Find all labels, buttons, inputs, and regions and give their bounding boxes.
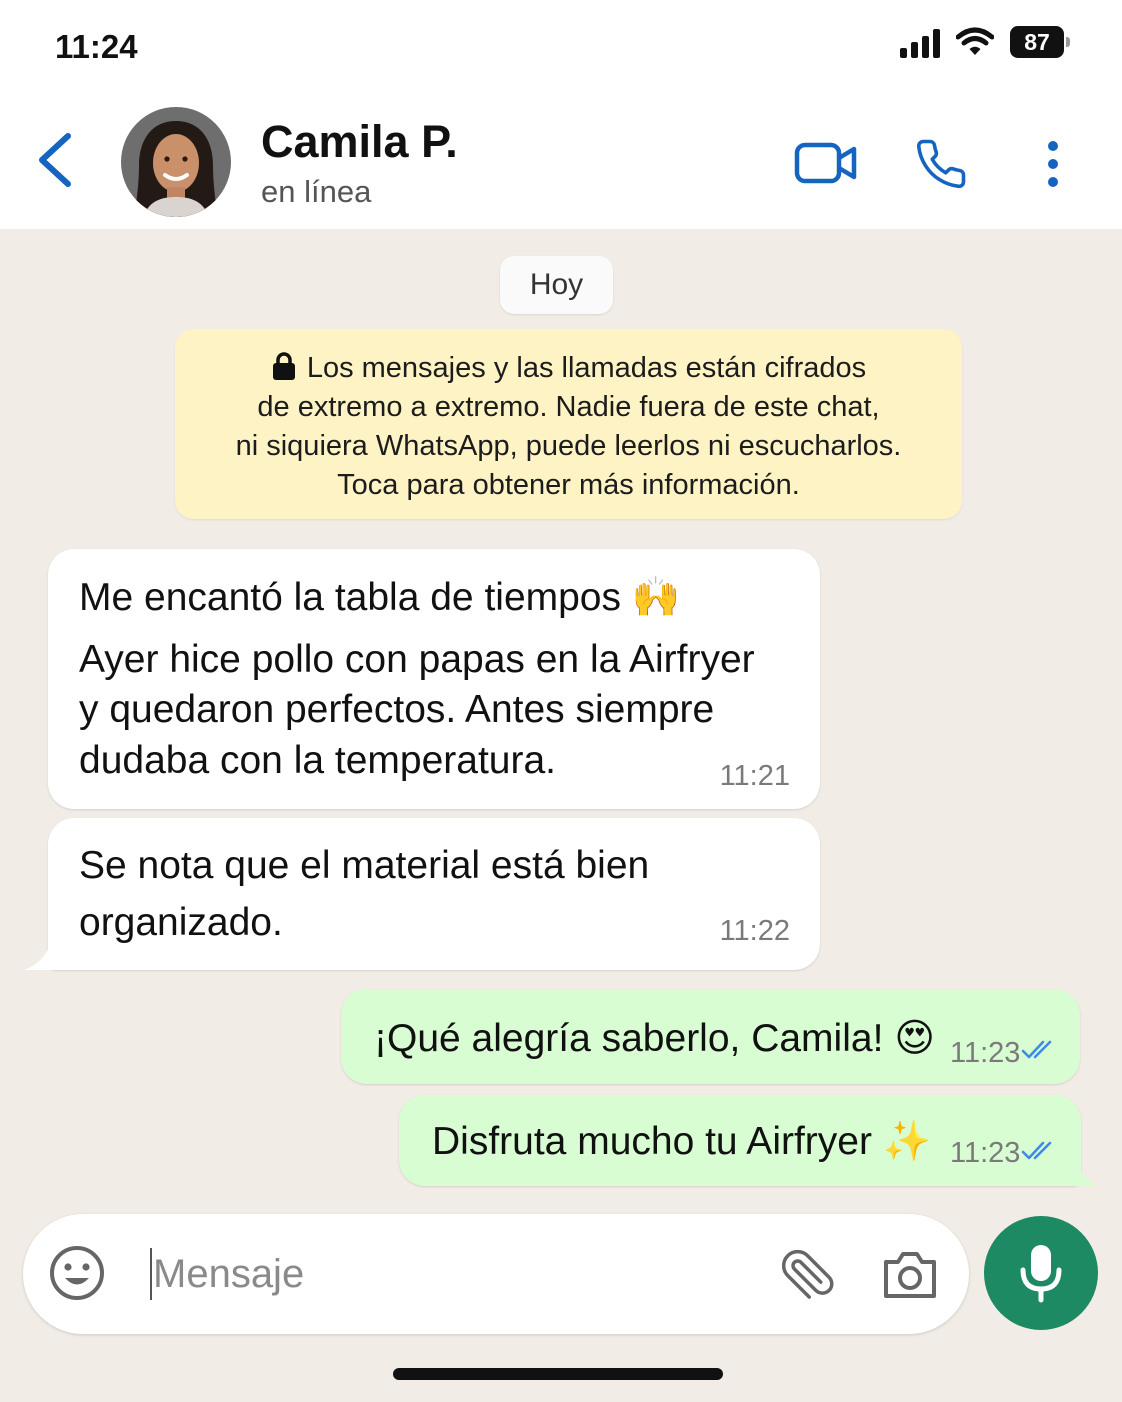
message-time: 11:21	[719, 760, 790, 792]
message-text: Ayer hice pollo con papas en la Airfryer	[79, 638, 755, 681]
date-separator: Hoy	[500, 256, 613, 314]
encryption-notice[interactable]: Los mensajes y las llamadas están cifrad…	[175, 329, 962, 519]
more-options-button[interactable]	[1033, 134, 1073, 194]
more-options-icon	[1048, 141, 1058, 187]
back-button[interactable]	[30, 128, 78, 192]
outgoing-message[interactable]: ¡Qué alegría saberlo, Camila! 😍 11:23	[341, 989, 1080, 1084]
incoming-message[interactable]: Se nota que el material está bien organi…	[48, 818, 820, 970]
contact-avatar[interactable]	[121, 107, 231, 217]
battery-level: 87	[1024, 28, 1050, 55]
attach-icon	[781, 1249, 834, 1299]
message-text: ¡Qué alegría saberlo, Camila! 😍	[374, 1017, 935, 1060]
message-text: Se nota que el material está bien	[79, 844, 650, 887]
message-input[interactable]	[151, 1244, 753, 1304]
encryption-notice-text: Los mensajes y las llamadas están cifrad…	[306, 352, 867, 384]
lock-icon	[272, 352, 295, 380]
message-text: dudaba con la temperatura.	[79, 739, 556, 782]
emoji-button[interactable]	[47, 1243, 107, 1303]
message-time: 11:22	[719, 915, 790, 947]
phone-icon	[916, 139, 966, 189]
cellular-signal-icon	[900, 26, 940, 58]
camera-button[interactable]	[880, 1247, 940, 1303]
avatar-photo	[121, 107, 231, 217]
voice-message-button[interactable]	[984, 1216, 1098, 1330]
message-text: y quedaron perfectos. Antes siempre	[79, 688, 715, 731]
message-text: organizado.	[79, 901, 283, 944]
emoji-icon	[50, 1246, 104, 1300]
chat-header: Camila P. en línea	[0, 96, 1122, 229]
home-indicator	[393, 1368, 723, 1380]
message-time: 11:23	[950, 1137, 1021, 1169]
contact-status: en línea	[261, 174, 372, 209]
message-text: Me encantó la tabla de tiempos 🙌	[79, 576, 681, 619]
back-icon	[39, 133, 71, 187]
status-bar: 11:24 87	[0, 0, 1122, 96]
battery-icon: 87	[1010, 26, 1070, 58]
encryption-notice-line: de extremo a extremo. Nadie fuera de est…	[257, 391, 880, 423]
status-time: 11:24	[55, 28, 138, 65]
incoming-message[interactable]: Me encantó la tabla de tiempos 🙌 Ayer hi…	[48, 549, 820, 809]
message-text: Disfruta mucho tu Airfryer ✨	[432, 1120, 932, 1163]
encryption-notice-line: ni siquiera WhatsApp, puede leerlos ni e…	[235, 430, 902, 462]
double-check-icon	[1021, 1141, 1052, 1160]
outgoing-message[interactable]: Disfruta mucho tu Airfryer ✨ 11:23	[399, 1095, 1081, 1186]
video-call-button[interactable]	[790, 138, 862, 188]
contact-name[interactable]: Camila P.	[261, 116, 458, 168]
message-composer	[23, 1214, 969, 1334]
video-call-icon	[794, 142, 857, 184]
bubble-tail	[1066, 1157, 1100, 1186]
mic-icon	[1020, 1245, 1062, 1303]
bubble-tail	[24, 941, 60, 970]
attach-button[interactable]	[779, 1247, 835, 1303]
status-icons: 87	[900, 26, 1070, 58]
voice-call-button[interactable]	[908, 134, 974, 194]
camera-icon	[884, 1252, 936, 1298]
encryption-notice-line: Los mensajes y las llamadas están cifrad…	[197, 349, 940, 388]
wifi-icon	[956, 27, 994, 55]
encryption-notice-line: Toca para obtener más información.	[337, 469, 800, 501]
message-time: 11:23	[950, 1037, 1021, 1069]
double-check-icon	[1021, 1040, 1052, 1059]
